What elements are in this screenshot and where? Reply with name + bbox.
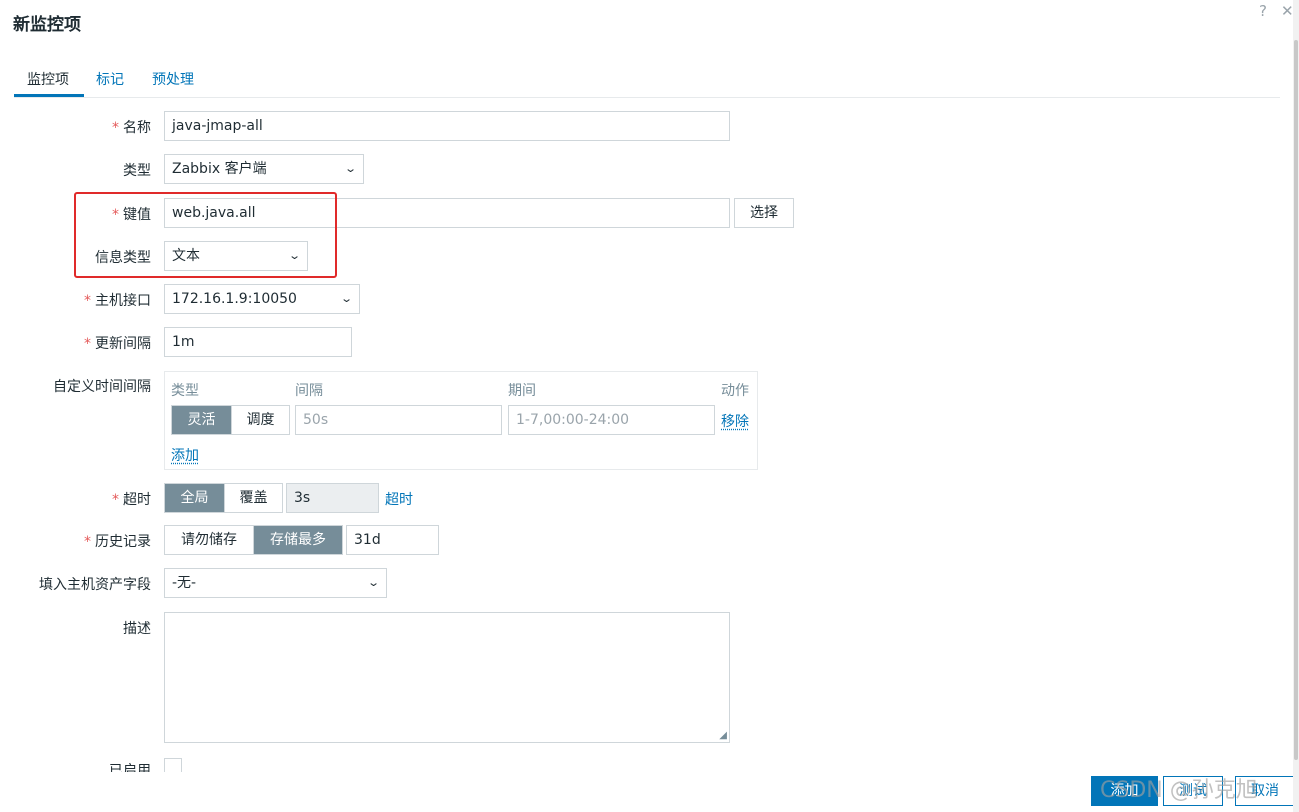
close-icon[interactable]: ✕: [1281, 2, 1294, 20]
description-label: 描述: [123, 621, 151, 637]
highlight-annotation: [74, 192, 337, 278]
enabled-label: 已启用: [109, 763, 151, 772]
timeout-label: * 超时: [112, 492, 151, 508]
chevron-down-icon: ⌄: [339, 292, 353, 305]
timeout-override[interactable]: 覆盖: [224, 484, 282, 512]
history-toggle: 请勿储存 存储最多: [164, 525, 343, 555]
inventory-select[interactable]: -无- ⌄: [164, 568, 387, 598]
scrollbar-thumb[interactable]: [1294, 40, 1298, 760]
history-label: * 历史记录: [84, 534, 151, 550]
add-interval-link[interactable]: 添加: [171, 445, 199, 465]
tab-tags[interactable]: 标记: [96, 69, 124, 89]
history-do-not-store[interactable]: 请勿储存: [165, 526, 253, 554]
timeout-input[interactable]: 3s: [286, 483, 379, 513]
host-interface-label: * 主机接口: [84, 293, 151, 309]
tab-divider: [14, 97, 1280, 98]
required-marker: *: [112, 120, 119, 136]
update-interval-label: * 更新间隔: [84, 336, 151, 352]
required-marker: *: [84, 293, 91, 309]
history-store-up-to[interactable]: 存储最多: [253, 526, 342, 554]
required-marker: *: [84, 336, 91, 352]
type-select[interactable]: Zabbix 客户端 ⌄: [164, 154, 364, 184]
chevron-down-icon: ⌄: [366, 576, 380, 589]
update-interval-input[interactable]: 1m: [164, 327, 352, 357]
type-label: 类型: [123, 163, 151, 179]
type-select-value: Zabbix 客户端: [172, 161, 267, 177]
host-interface-select[interactable]: 172.16.1.9:10050 ⌄: [164, 284, 360, 314]
custom-intervals-label: 自定义时间间隔: [53, 379, 151, 395]
enabled-checkbox[interactable]: [164, 758, 182, 772]
remove-link[interactable]: 移除: [721, 411, 749, 431]
mode-scheduling[interactable]: 调度: [231, 406, 289, 434]
column-period: 期间: [508, 383, 536, 399]
inventory-select-value: -无-: [172, 575, 197, 591]
description-textarea[interactable]: ◢: [164, 612, 730, 743]
column-type: 类型: [171, 383, 199, 399]
period-input[interactable]: 1-7,00:00-24:00: [508, 405, 715, 435]
mode-flexible[interactable]: 灵活: [172, 406, 231, 434]
tab-item[interactable]: 监控项: [27, 69, 69, 89]
timeout-global[interactable]: 全局: [165, 484, 224, 512]
required-marker: *: [84, 534, 91, 550]
chevron-down-icon: ⌄: [343, 162, 357, 175]
name-label: * 名称: [112, 120, 151, 136]
tab-preprocessing[interactable]: 预处理: [152, 69, 194, 89]
dialog-title: 新监控项: [13, 15, 81, 35]
name-input[interactable]: java-jmap-all: [164, 111, 730, 141]
cancel-button[interactable]: 取消: [1235, 776, 1295, 806]
host-interface-select-value: 172.16.1.9:10050: [172, 291, 297, 307]
help-icon[interactable]: ?: [1259, 2, 1267, 20]
interval-input[interactable]: 50s: [295, 405, 502, 435]
timeout-toggle: 全局 覆盖: [164, 483, 283, 513]
key-select-button[interactable]: 选择: [734, 198, 794, 228]
interval-mode-toggle: 灵活 调度: [171, 405, 290, 435]
history-input[interactable]: 31d: [346, 525, 439, 555]
timeout-link[interactable]: 超时: [385, 489, 413, 509]
inventory-label: 填入主机资产字段: [39, 577, 151, 593]
column-interval: 间隔: [295, 383, 323, 399]
required-marker: *: [112, 492, 119, 508]
column-action: 动作: [721, 383, 749, 399]
test-button[interactable]: 测试: [1163, 776, 1223, 806]
resize-grip-icon: ◢: [719, 730, 727, 741]
add-button[interactable]: 添加: [1091, 776, 1158, 806]
